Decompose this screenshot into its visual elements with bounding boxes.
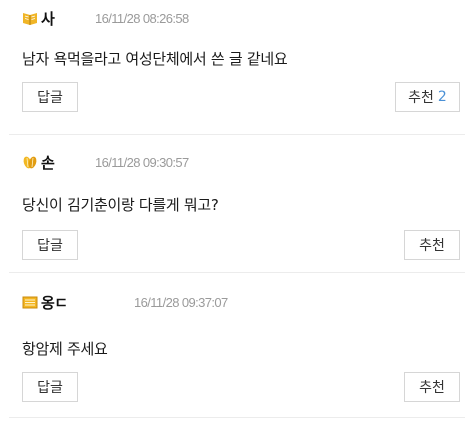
like-button-label: 추천 bbox=[419, 380, 445, 396]
comment-meta: 사 16/11/28 08:26:58 bbox=[22, 8, 462, 28]
reply-button-label: 답글 bbox=[37, 90, 63, 106]
reply-button-label: 답글 bbox=[37, 380, 63, 396]
nickname[interactable]: 손 bbox=[41, 152, 61, 173]
comment-date: 16/11/28 09:30:57 bbox=[95, 154, 189, 170]
divider bbox=[9, 272, 465, 273]
reply-button-label: 답글 bbox=[37, 238, 63, 254]
nickname[interactable]: 옹ㄷ bbox=[41, 292, 75, 313]
comment-date: 16/11/28 09:37:07 bbox=[134, 294, 228, 310]
like-button[interactable]: 추천 bbox=[404, 230, 460, 260]
comment-text: 항암제 주세요 bbox=[22, 340, 108, 358]
comment-meta: 옹ㄷ 16/11/28 09:37:07 bbox=[22, 292, 462, 312]
nickname[interactable]: 사 bbox=[41, 8, 61, 29]
book-badge-icon bbox=[23, 12, 37, 25]
comment-date: 16/11/28 08:26:58 bbox=[95, 10, 189, 26]
gold-leaf-badge-icon bbox=[23, 156, 37, 168]
reply-button[interactable]: 답글 bbox=[22, 82, 78, 112]
divider bbox=[9, 417, 465, 418]
like-button-label: 추천 bbox=[419, 238, 445, 254]
like-button[interactable]: 추천 2 bbox=[395, 82, 460, 112]
like-button[interactable]: 추천 bbox=[404, 372, 460, 402]
comment-text: 남자 욕먹을라고 여성단체에서 쓴 글 같네요 bbox=[22, 50, 288, 68]
like-count: 2 bbox=[437, 89, 447, 105]
like-button-label: 추천 bbox=[408, 90, 434, 106]
reply-button[interactable]: 답글 bbox=[22, 230, 78, 260]
comment-meta: 손 16/11/28 09:30:57 bbox=[22, 152, 462, 172]
reply-button[interactable]: 답글 bbox=[22, 372, 78, 402]
divider bbox=[9, 134, 465, 135]
notebook-badge-icon bbox=[22, 296, 38, 308]
comment-text: 당신이 김기춘이랑 다를게 뭐고? bbox=[22, 196, 219, 214]
